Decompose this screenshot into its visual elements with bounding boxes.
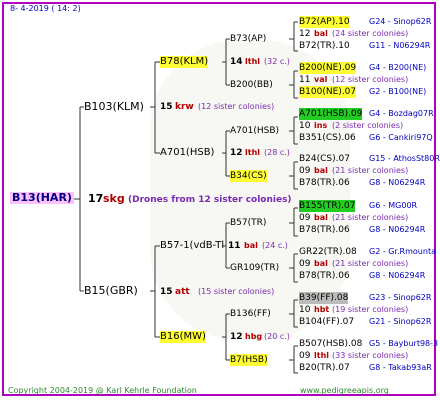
g4-drone: val bbox=[314, 75, 328, 84]
g4-sisters: (21 sister colonies) bbox=[332, 166, 409, 175]
g3-queen: B57(TR) bbox=[230, 218, 267, 228]
g4-sisters: (33 sister colonies) bbox=[332, 351, 409, 360]
g2-num: 12 bbox=[230, 332, 243, 342]
g4-num: 09 bbox=[299, 351, 311, 361]
g4-num: 12 bbox=[299, 29, 311, 39]
g4-num: 09 bbox=[299, 213, 311, 223]
g4-queen-pedigree: G6 - MG00R bbox=[369, 201, 418, 210]
g4-father-pedigree: G2 - B100(NE) bbox=[369, 87, 427, 96]
g4-queen: B200(NE).09 bbox=[299, 62, 357, 74]
g4-sisters: (24 sister colonies) bbox=[332, 29, 409, 38]
g1-queen: B15(GBR) bbox=[84, 284, 138, 297]
g2-sisters: (32 c.) bbox=[264, 57, 290, 66]
g4-queen-pedigree: G4 - Bozdag07R bbox=[369, 109, 434, 118]
g4-drone: hbt bbox=[314, 305, 330, 314]
g4-father: B351(CS).06 bbox=[299, 133, 356, 143]
g2-sisters: (24 c.) bbox=[262, 241, 288, 250]
g1-sisters: (12 sister colonies) bbox=[198, 102, 275, 111]
footer-copyright: Copyright 2004-2019 @ Karl Kehrle Founda… bbox=[8, 386, 197, 395]
g4-sisters: (21 sister colonies) bbox=[332, 213, 409, 222]
g3-queen: B34(CS) bbox=[230, 170, 267, 182]
g4-queen-pedigree: G4 - B200(NE) bbox=[369, 63, 427, 72]
g1-drone: att bbox=[175, 287, 190, 297]
g1-num: 15 bbox=[160, 287, 173, 297]
g4-sisters: (12 sister colonies) bbox=[332, 75, 409, 84]
g2-queen: A701(HSB) bbox=[160, 147, 215, 158]
g3-queen: B7(HSB) bbox=[230, 354, 268, 366]
g4-drone: bal bbox=[314, 259, 328, 268]
root-sisters: (Drones from 12 sister colonies) bbox=[128, 195, 292, 205]
g4-drone: lthl bbox=[314, 351, 330, 360]
g4-father-pedigree: G8 - N06294R bbox=[369, 225, 426, 234]
g2-queen: B78(KLM) bbox=[160, 56, 209, 68]
g4-num: 09 bbox=[299, 259, 311, 269]
g4-queen: A701(HSB).09 bbox=[299, 108, 363, 120]
g2-drone: lthl bbox=[245, 148, 261, 157]
g4-queen: B155(TR).07 bbox=[299, 200, 356, 212]
g4-num: 09 bbox=[299, 166, 311, 176]
g4-father-pedigree: G8 - N06294R bbox=[369, 178, 426, 187]
g4-drone: bal bbox=[314, 166, 328, 175]
g4-queen-pedigree: G15 - AthosSt80R bbox=[369, 154, 440, 163]
g2-num: 14 bbox=[230, 57, 243, 67]
g4-father: B72(TR).10 bbox=[299, 41, 350, 51]
g4-num: 10 bbox=[299, 121, 311, 131]
root-num: 17 bbox=[88, 192, 104, 205]
root-queen: B13(HAR) bbox=[10, 191, 74, 204]
g4-queen: B72(AP).10 bbox=[299, 16, 350, 28]
g4-father: B100(NE).07 bbox=[299, 86, 357, 98]
g2-num: 11 bbox=[228, 241, 241, 251]
g4-queen: GR22(TR).08 bbox=[299, 247, 357, 257]
g4-queen-pedigree: G23 - Sinop62R bbox=[369, 293, 432, 302]
g4-father: B20(TR).07 bbox=[299, 363, 350, 373]
g3-queen: B200(BB) bbox=[230, 80, 273, 90]
g4-sisters: (21 sister colonies) bbox=[332, 259, 409, 268]
g4-drone: bal bbox=[314, 29, 328, 38]
g4-father: B78(TR).06 bbox=[299, 178, 350, 188]
g3-queen: B136(FF) bbox=[230, 309, 271, 319]
pedigree-page: { "header": {"date": "8- 4-2019 ( 14: 2)… bbox=[0, 0, 440, 400]
g1-num: 15 bbox=[160, 102, 173, 112]
g2-drone: lthl bbox=[245, 57, 261, 66]
g4-num: 10 bbox=[299, 305, 311, 315]
g4-father: B78(TR).06 bbox=[299, 225, 350, 235]
g4-father-pedigree: G8 - N06294R bbox=[369, 271, 426, 280]
footer-url: www.pedigreeapis.org bbox=[300, 386, 389, 395]
g3-queen: GR109(TR) bbox=[230, 263, 280, 273]
g4-father: B78(TR).06 bbox=[299, 271, 350, 281]
g4-queen-pedigree: G5 - Bayburt98-3 bbox=[369, 339, 439, 348]
g3-queen: B73(AP) bbox=[230, 34, 267, 44]
g4-drone: bal bbox=[314, 213, 328, 222]
g2-queen: B57-1(vdB-Tl bbox=[160, 240, 225, 251]
g4-father-pedigree: G21 - Sinop62R bbox=[369, 317, 432, 326]
g4-queen-pedigree: G2 - Gr.Rmounta bbox=[369, 247, 436, 256]
g4-father-pedigree: G8 - Takab93aR bbox=[369, 363, 432, 372]
g2-drone: hbg bbox=[245, 332, 263, 341]
g2-sisters: (28 c.) bbox=[264, 148, 290, 157]
g4-sisters: (19 sister colonies) bbox=[332, 305, 409, 314]
g4-father: B104(FF).07 bbox=[299, 317, 355, 327]
g2-drone: bal bbox=[244, 241, 258, 250]
g2-queen: B16(MW) bbox=[160, 331, 206, 343]
root-drone: skg bbox=[103, 192, 125, 205]
g2-num: 12 bbox=[230, 148, 243, 158]
g1-drone: krw bbox=[175, 102, 194, 112]
header-date: 8- 4-2019 ( 14: 2) bbox=[10, 4, 81, 13]
g4-queen: B24(CS).07 bbox=[299, 154, 350, 164]
g4-queen-pedigree: G24 - Sinop62R bbox=[369, 17, 432, 26]
g4-num: 11 bbox=[299, 75, 311, 85]
g3-queen: A701(HSB) bbox=[230, 126, 280, 136]
g4-drone: ins bbox=[314, 121, 328, 130]
g1-sisters: (15 sister colonies) bbox=[198, 287, 275, 296]
g2-sisters: (20 c.) bbox=[264, 332, 290, 341]
g1-queen: B103(KLM) bbox=[84, 100, 144, 113]
g4-queen: B39(FF).08 bbox=[299, 292, 349, 304]
g4-sisters: (2 sister colonies) bbox=[332, 121, 404, 130]
g4-father-pedigree: G11 - N06294R bbox=[369, 41, 431, 50]
g4-father-pedigree: G6 - Cankiri97Q bbox=[369, 133, 433, 142]
g4-queen: B507(HSB).08 bbox=[299, 339, 363, 349]
